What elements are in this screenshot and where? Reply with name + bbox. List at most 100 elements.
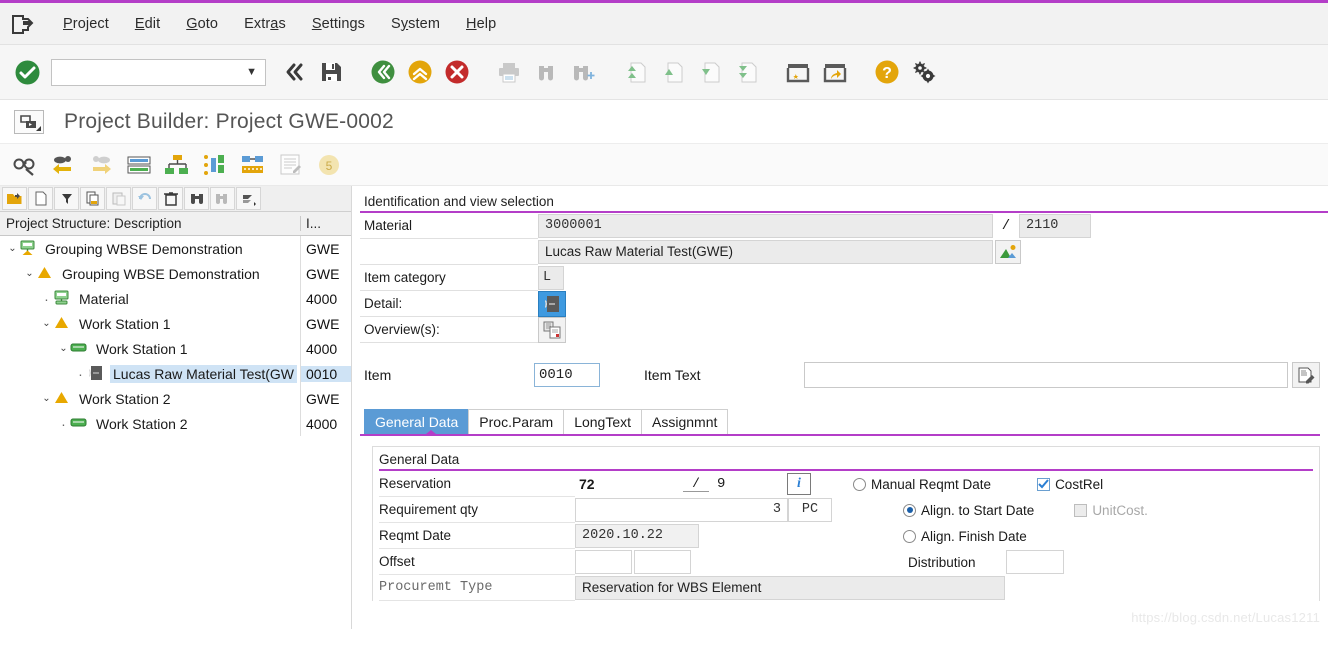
requirement-qty-uom-field[interactable]: PC (788, 498, 832, 522)
back-green-icon[interactable] (366, 55, 400, 89)
tree-row-description[interactable]: · Work Station 2 (0, 411, 301, 436)
tree-row-6[interactable]: ⌄ Work Station 2 GWE (0, 386, 351, 411)
chevron-down-icon[interactable]: ⌄ (6, 243, 19, 254)
create-session-icon[interactable] (781, 55, 815, 89)
tree-row-description[interactable]: ⌄ Work Station 2 (0, 386, 301, 411)
reqmt-date-field[interactable]: 2020.10.22 (575, 524, 699, 548)
tree-row-label: Work Station 2 (96, 415, 188, 432)
chevron-down-icon[interactable]: ⌄ (57, 343, 70, 354)
tree-row-description[interactable]: · Lucas Raw Material Test(GW (0, 361, 301, 386)
sap-system-icon[interactable] (10, 13, 36, 35)
material-picture-icon[interactable] (995, 240, 1021, 264)
transaction-menu-icon[interactable] (14, 109, 44, 134)
tree-row-description[interactable]: ⌄ Work Station 1 (0, 336, 301, 361)
item-category-row: Item category L (360, 265, 1328, 291)
menu-item-extras[interactable]: Extras (231, 13, 299, 35)
copy-icon[interactable] (80, 187, 105, 210)
save-floppy-icon[interactable] (314, 55, 348, 89)
glasses-pencil-icon[interactable] (10, 150, 40, 180)
cancel-red-icon[interactable] (440, 55, 474, 89)
checkbox-unitcost[interactable]: UnitCost. (1074, 498, 1148, 523)
item-input[interactable]: 0010 (534, 363, 600, 387)
tab-longtext[interactable]: LongText (563, 409, 643, 434)
main-toolbar: ▼ ? (0, 45, 1328, 100)
tree-row-2[interactable]: · Material 4000 (0, 286, 351, 311)
offset-field-2[interactable] (634, 550, 691, 574)
option-align-finish-date[interactable]: Align. Finish Date (903, 524, 1027, 549)
tree-row-7[interactable]: · Work Station 2 4000 (0, 411, 351, 436)
tree-row-description[interactable]: ⌄ Grouping WBSE Demonstration (0, 236, 301, 261)
paste-icon[interactable] (106, 187, 131, 210)
option-manual-reqmt-date[interactable]: Manual Reqmt Date (853, 472, 991, 497)
help-question-icon[interactable]: ? (870, 55, 904, 89)
menu-item-settings[interactable]: Settings (299, 13, 378, 35)
item-category-field[interactable]: L (538, 266, 564, 290)
exit-yellow-icon[interactable] (403, 55, 437, 89)
tree-row-0[interactable]: ⌄ Grouping WBSE Demonstration GWE (0, 236, 351, 261)
forward-arrow-icon[interactable] (86, 150, 116, 180)
detail-screen-icon[interactable] (538, 291, 566, 317)
tree-row-3[interactable]: ⌄ Work Station 1 GWE (0, 311, 351, 336)
back-arrow-icon[interactable] (48, 150, 78, 180)
chevron-down-icon[interactable]: ⌄ (23, 268, 36, 279)
tree-row-5[interactable]: · Lucas Raw Material Test(GW 0010 (0, 361, 351, 386)
find-binoculars-icon[interactable] (184, 187, 209, 210)
radio-manual-reqmt-date[interactable] (853, 477, 866, 491)
checkbox-unitcost-box[interactable] (1074, 503, 1088, 517)
offset-field-1[interactable] (575, 550, 632, 574)
radio-align-start-date[interactable] (903, 503, 916, 517)
tree-col-description[interactable]: Project Structure: Description (0, 216, 301, 231)
component-icon (87, 365, 106, 382)
checkbox-costrel[interactable]: CostRel (1037, 472, 1103, 497)
tab-general-data[interactable]: General Data (364, 409, 470, 434)
print-icon (492, 55, 526, 89)
chevron-down-icon[interactable]: ▼ (246, 66, 257, 78)
create-shortcut-icon[interactable] (818, 55, 852, 89)
option-align-start-date[interactable]: Align. to Start Date (903, 498, 1034, 523)
tree-col-id[interactable]: I... (301, 216, 351, 231)
overview-screen-icon[interactable] (538, 317, 566, 343)
new-document-icon[interactable] (28, 187, 53, 210)
network-icon[interactable] (238, 150, 268, 180)
back-double-chevron-icon[interactable] (277, 55, 311, 89)
list-view-icon[interactable] (124, 150, 154, 180)
info-icon[interactable]: i (787, 473, 811, 495)
enter-check-icon[interactable] (10, 55, 44, 89)
delete-trash-icon[interactable] (158, 187, 183, 210)
tree-column-headers: Project Structure: Description I... (0, 212, 351, 236)
tree-row-4[interactable]: ⌄ Work Station 1 4000 (0, 336, 351, 361)
customize-gears-icon[interactable] (907, 55, 941, 89)
menu-item-help[interactable]: Help (453, 13, 509, 35)
more-icon[interactable] (236, 187, 261, 210)
item-text-input[interactable] (804, 362, 1288, 388)
checkbox-costrel-box[interactable] (1037, 477, 1051, 491)
long-text-editor-icon[interactable] (1292, 362, 1320, 388)
find-next-icon[interactable] (210, 187, 235, 210)
first-page-icon (618, 55, 652, 89)
menu-item-system[interactable]: System (378, 13, 453, 35)
distribution-field[interactable] (1005, 550, 1064, 574)
hierarchy-icon[interactable] (162, 150, 192, 180)
command-field[interactable]: ▼ (51, 58, 266, 86)
bar-chart-icon[interactable] (200, 150, 230, 180)
tree-row-description[interactable]: · Material (0, 286, 301, 311)
tab-proc-param[interactable]: Proc.Param (468, 409, 565, 434)
tree-row-description[interactable]: ⌄ Work Station 1 (0, 311, 301, 336)
procuremt-type-field[interactable]: Reservation for WBS Element (575, 576, 1005, 600)
open-folder-icon[interactable] (2, 187, 27, 210)
chevron-down-icon[interactable]: ⌄ (40, 318, 53, 329)
tree-row-description[interactable]: ⌄ Grouping WBSE Demonstration (0, 261, 301, 286)
tree-row-1[interactable]: ⌄ Grouping WBSE Demonstration GWE (0, 261, 351, 286)
menu-item-goto[interactable]: Goto (173, 13, 231, 35)
undo-icon[interactable] (132, 187, 157, 210)
material-field[interactable]: 3000001 (538, 214, 993, 238)
tab-assignmnt[interactable]: Assignmnt (641, 409, 729, 434)
requirement-qty-field[interactable]: 3 (575, 498, 788, 522)
plant-field[interactable]: 2110 (1019, 214, 1091, 238)
chevron-down-icon[interactable]: ⌄ (40, 393, 53, 404)
filter-icon[interactable] (54, 187, 79, 210)
menu-item-project[interactable]: Project (50, 13, 122, 35)
material-description-field[interactable]: Lucas Raw Material Test(GWE) (538, 240, 993, 264)
menu-item-edit[interactable]: Edit (122, 13, 173, 35)
radio-align-finish-date[interactable] (903, 529, 916, 543)
